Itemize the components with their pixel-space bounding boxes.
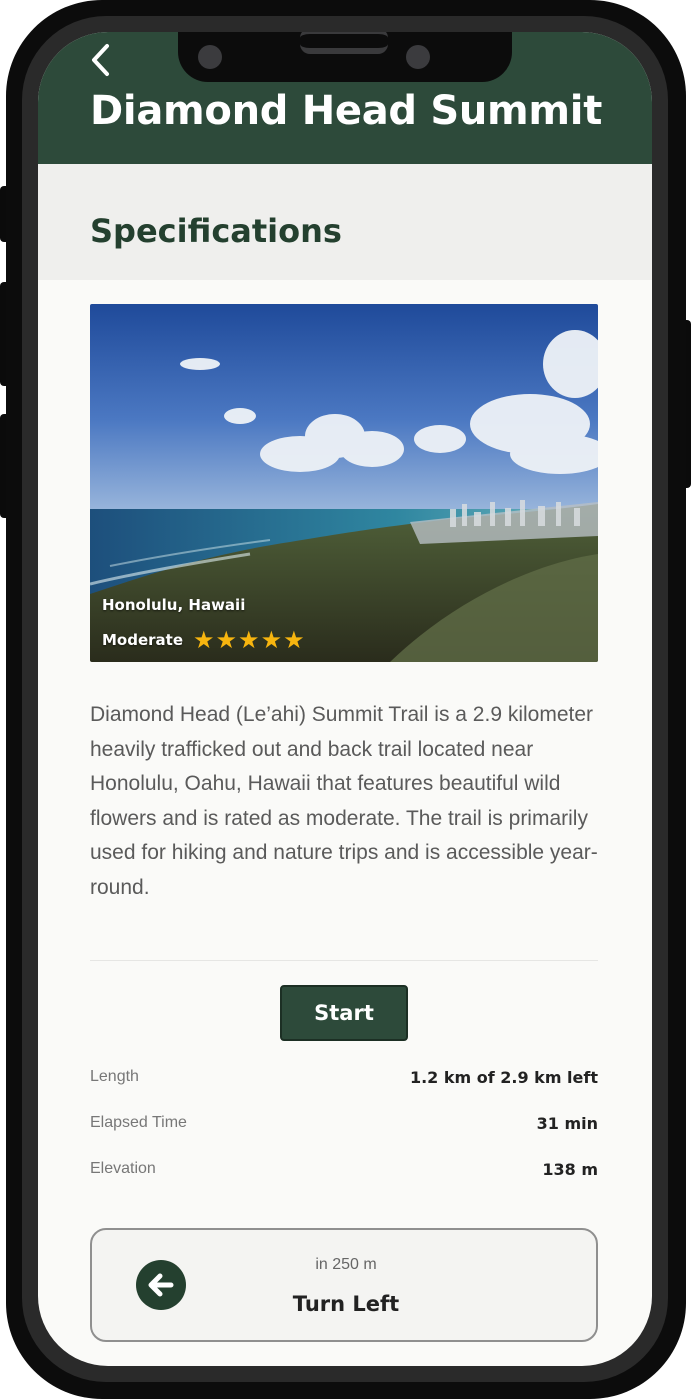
earpiece-speaker [300,32,388,54]
star-icon: ★ [238,626,260,654]
page-title: Diamond Head Summit [90,88,603,134]
stat-value: 31 min [536,1114,598,1133]
stat-row-elapsed-time: Elapsed Time 31 min [90,1114,598,1138]
navigation-card[interactable]: in 250 m Turn Left [90,1228,598,1342]
trail-difficulty: Moderate [102,631,184,649]
star-rating: ★ ★ ★ ★ ★ [193,628,305,652]
chevron-left-icon [92,44,109,76]
stat-label: Elevation [90,1160,156,1177]
stat-row-length: Length 1.2 km of 2.9 km left [90,1068,598,1092]
section-title: Specifications [90,212,342,250]
trail-photo: Honolulu, Hawaii Moderate ★ ★ ★ ★ ★ [90,304,598,662]
stat-label: Elapsed Time [90,1114,187,1131]
trail-rating: Moderate ★ ★ ★ ★ ★ [102,628,305,652]
star-icon: ★ [283,626,305,654]
stat-row-elevation: Elevation 138 m [90,1160,598,1184]
front-camera [198,45,222,69]
stat-label: Length [90,1068,139,1085]
stat-value: 138 m [542,1160,598,1179]
nav-instruction: Turn Left [292,1292,400,1316]
nav-distance: in 250 m [315,1256,377,1273]
divider [90,960,598,961]
start-button[interactable]: Start [280,985,408,1041]
star-icon: ★ [215,626,238,654]
trail-description: Diamond Head (Le’ahi) Summit Trail is a … [90,703,598,899]
trail-location: Honolulu, Hawaii [102,596,246,614]
star-icon: ★ [260,626,283,654]
app-screen: Diamond Head Summit Specifications Honol… [38,32,652,1366]
stat-value: 1.2 km of 2.9 km left [409,1068,598,1087]
proximity-sensor [406,45,430,69]
back-button[interactable] [86,42,116,78]
camera-notch [178,32,512,82]
star-icon: ★ [193,626,215,654]
